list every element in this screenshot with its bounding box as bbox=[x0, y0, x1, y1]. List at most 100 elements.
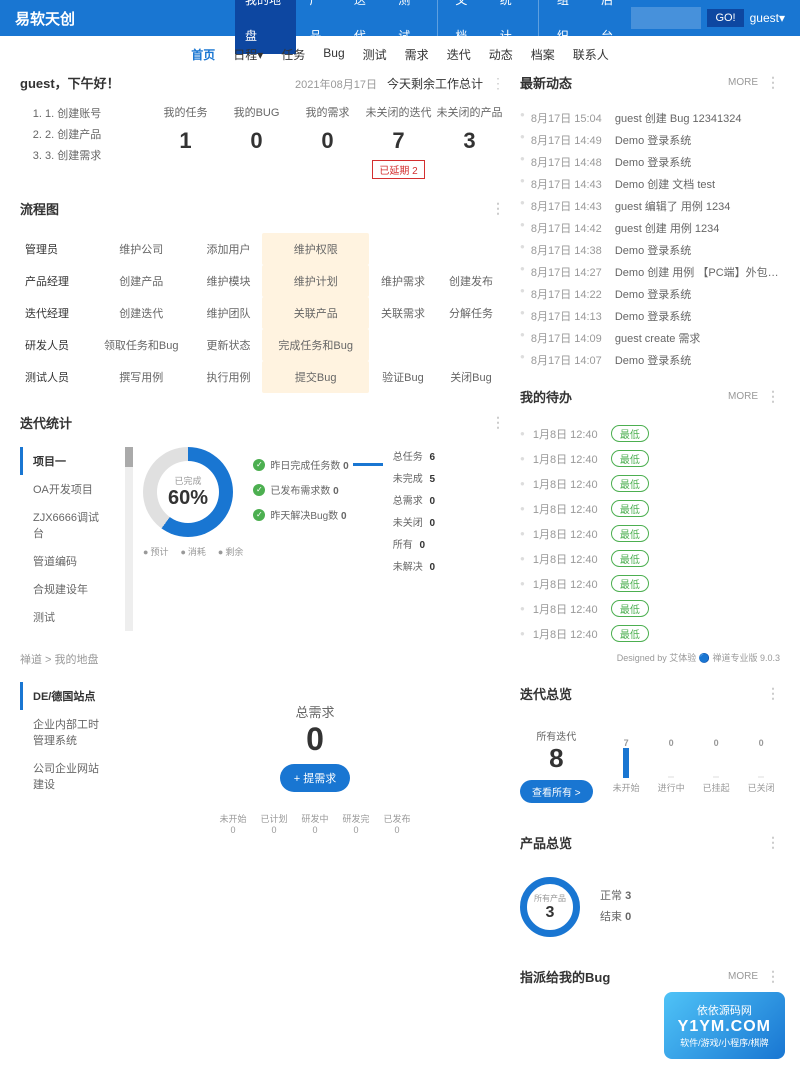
subnav-req[interactable]: 需求 bbox=[405, 46, 429, 63]
feed-row[interactable]: 8月17日 14:48Demo 登录系统 bbox=[520, 151, 780, 173]
menu-icon[interactable]: ⋮ bbox=[766, 685, 780, 702]
flow-cell[interactable]: 领取任务和Bug bbox=[88, 329, 195, 361]
flow-cell[interactable]: 关闭Bug bbox=[437, 361, 505, 393]
watermark: 依依源码网 Y1YM.COM 软件/游戏/小程序/棋牌 bbox=[664, 992, 785, 1059]
project-item[interactable]: 测试 bbox=[23, 603, 115, 631]
project-item[interactable]: OA开发项目 bbox=[23, 475, 115, 503]
search-input[interactable] bbox=[631, 7, 701, 29]
todo-row[interactable]: 1月8日 12:40最低 bbox=[520, 496, 780, 521]
flow-cell[interactable]: 更新状态 bbox=[194, 329, 262, 361]
feed-row[interactable]: 8月17日 14:43guest 编辑了 用例 1234 bbox=[520, 195, 780, 217]
menu-icon[interactable]: ⋮ bbox=[766, 968, 780, 985]
status-col: 研发完0 bbox=[343, 812, 370, 835]
flow-cell[interactable]: 添加用户 bbox=[194, 233, 262, 265]
subnav-iter[interactable]: 迭代 bbox=[447, 46, 471, 63]
prod-stat: 正常 3 bbox=[600, 886, 631, 907]
flow-cell[interactable]: 撰写用例 bbox=[88, 361, 195, 393]
go-button[interactable]: GO! bbox=[707, 9, 743, 27]
project-item[interactable]: 公司企业网站建设 bbox=[23, 754, 115, 798]
menu-icon[interactable]: ⋮ bbox=[491, 75, 505, 92]
flow-cell[interactable]: 提交Bug bbox=[262, 361, 369, 393]
subnav-contact[interactable]: 联系人 bbox=[573, 46, 609, 63]
ov-bar: 0进行中 bbox=[658, 738, 685, 794]
project-item[interactable]: 管道编码 bbox=[23, 547, 115, 575]
stat-item: 未关闭的迭代7已延期 2 bbox=[363, 104, 434, 179]
flow-cell[interactable]: 创建产品 bbox=[88, 265, 195, 297]
feed-row[interactable]: 8月17日 14:09guest create 需求 bbox=[520, 327, 780, 349]
todo-row[interactable]: 1月8日 12:40最低 bbox=[520, 521, 780, 546]
flow-cell[interactable]: 执行用例 bbox=[194, 361, 262, 393]
todo-row[interactable]: 1月8日 12:40最低 bbox=[520, 421, 780, 446]
more-link[interactable]: MORE bbox=[728, 391, 758, 402]
todo-row[interactable]: 1月8日 12:40最低 bbox=[520, 546, 780, 571]
subnav-home[interactable]: 首页 bbox=[191, 46, 215, 63]
subnav-task[interactable]: 任务 bbox=[281, 46, 305, 63]
flow-cell[interactable]: 完成任务和Bug bbox=[262, 329, 369, 361]
todo-row[interactable]: 1月8日 12:40最低 bbox=[520, 621, 780, 646]
iter-stats-title: 迭代统计 bbox=[20, 413, 72, 432]
feed-row[interactable]: 8月17日 14:43Demo 创建 文档 test bbox=[520, 173, 780, 195]
flow-cell[interactable]: 维护模块 bbox=[194, 265, 262, 297]
flow-cell[interactable]: 关联产品 bbox=[262, 297, 369, 329]
subnav-test[interactable]: 测试 bbox=[363, 46, 387, 63]
flow-cell[interactable]: 维护公司 bbox=[88, 233, 195, 265]
flow-cell[interactable]: 创建发布 bbox=[437, 265, 505, 297]
feed-row[interactable]: 8月17日 14:38Demo 登录系统 bbox=[520, 239, 780, 261]
feed-row[interactable]: 8月17日 14:42guest 创建 用例 1234 bbox=[520, 217, 780, 239]
subnav-feed[interactable]: 动态 bbox=[489, 46, 513, 63]
ov-bar: 0已关闭 bbox=[748, 738, 775, 794]
subnav-bug[interactable]: Bug bbox=[323, 46, 344, 63]
scrollbar[interactable] bbox=[125, 447, 133, 631]
menu-icon[interactable]: ⋮ bbox=[766, 74, 780, 91]
flow-cell[interactable]: 创建迭代 bbox=[88, 297, 195, 329]
project-item[interactable]: 项目一 bbox=[20, 447, 115, 475]
todo-row[interactable]: 1月8日 12:40最低 bbox=[520, 596, 780, 621]
feed-row[interactable]: 8月17日 14:13Demo 登录系统 bbox=[520, 305, 780, 327]
feed-row[interactable]: 8月17日 14:27Demo 创建 用例 【PC端】外包人员管理... bbox=[520, 261, 780, 283]
prodov-title: 产品总览 bbox=[520, 833, 572, 852]
project-item[interactable]: ZJX6666调试台 bbox=[23, 503, 115, 547]
check-row: 已发布需求数 0 bbox=[253, 482, 382, 497]
step-2[interactable]: 2. 创建产品 bbox=[45, 125, 150, 146]
project-item[interactable]: 企业内部工时管理系统 bbox=[23, 710, 115, 754]
more-link[interactable]: MORE bbox=[728, 77, 758, 88]
ov-bar: 0已挂起 bbox=[703, 738, 730, 794]
add-req-button[interactable]: + 提需求 bbox=[280, 764, 350, 792]
viewall-button[interactable]: 查看所有 > bbox=[520, 780, 593, 803]
project-list: 项目一OA开发项目ZJX6666调试台管道编码合规建设年测试 bbox=[20, 447, 115, 631]
menu-icon[interactable]: ⋮ bbox=[491, 414, 505, 431]
step-3[interactable]: 3. 创建需求 bbox=[45, 146, 150, 167]
feed-row[interactable]: 8月17日 14:22Demo 登录系统 bbox=[520, 283, 780, 305]
flow-cell bbox=[369, 233, 437, 265]
todo-row[interactable]: 1月8日 12:40最低 bbox=[520, 471, 780, 496]
todo-row[interactable]: 1月8日 12:40最低 bbox=[520, 446, 780, 471]
subnav-profile[interactable]: 档案 bbox=[531, 46, 555, 63]
menu-icon[interactable]: ⋮ bbox=[491, 200, 505, 217]
flow-cell[interactable]: 分解任务 bbox=[437, 297, 505, 329]
flow-cell[interactable]: 维护团队 bbox=[194, 297, 262, 329]
flow-cell[interactable]: 关联需求 bbox=[369, 297, 437, 329]
step-1[interactable]: 1. 创建账号 bbox=[45, 104, 150, 125]
todo-list: 1月8日 12:40最低1月8日 12:40最低1月8日 12:40最低1月8日… bbox=[520, 421, 780, 646]
flow-cell[interactable]: 研发人员 bbox=[20, 329, 88, 361]
flow-cell[interactable]: 维护需求 bbox=[369, 265, 437, 297]
flow-cell[interactable]: 测试人员 bbox=[20, 361, 88, 393]
todo-row[interactable]: 1月8日 12:40最低 bbox=[520, 571, 780, 596]
status-col: 已计划0 bbox=[260, 812, 287, 835]
flow-cell[interactable]: 迭代经理 bbox=[20, 297, 88, 329]
feed-row[interactable]: 8月17日 15:04guest 创建 Bug 12341324 bbox=[520, 107, 780, 129]
flow-cell[interactable]: 验证Bug bbox=[369, 361, 437, 393]
more-link[interactable]: MORE bbox=[728, 971, 758, 982]
flow-cell[interactable]: 管理员 bbox=[20, 233, 88, 265]
flow-cell[interactable]: 维护计划 bbox=[262, 265, 369, 297]
user-menu[interactable]: guest▾ bbox=[750, 11, 785, 25]
project-item[interactable]: 合规建设年 bbox=[23, 575, 115, 603]
subnav-schedule[interactable]: 日程▾ bbox=[233, 46, 263, 63]
project-item[interactable]: DE/德国站点 bbox=[20, 682, 115, 710]
flow-cell[interactable]: 产品经理 bbox=[20, 265, 88, 297]
menu-icon[interactable]: ⋮ bbox=[766, 834, 780, 851]
menu-icon[interactable]: ⋮ bbox=[766, 388, 780, 405]
feed-row[interactable]: 8月17日 14:49Demo 登录系统 bbox=[520, 129, 780, 151]
flow-cell[interactable]: 维护权限 bbox=[262, 233, 369, 265]
feed-row[interactable]: 8月17日 14:07Demo 登录系统 bbox=[520, 349, 780, 367]
